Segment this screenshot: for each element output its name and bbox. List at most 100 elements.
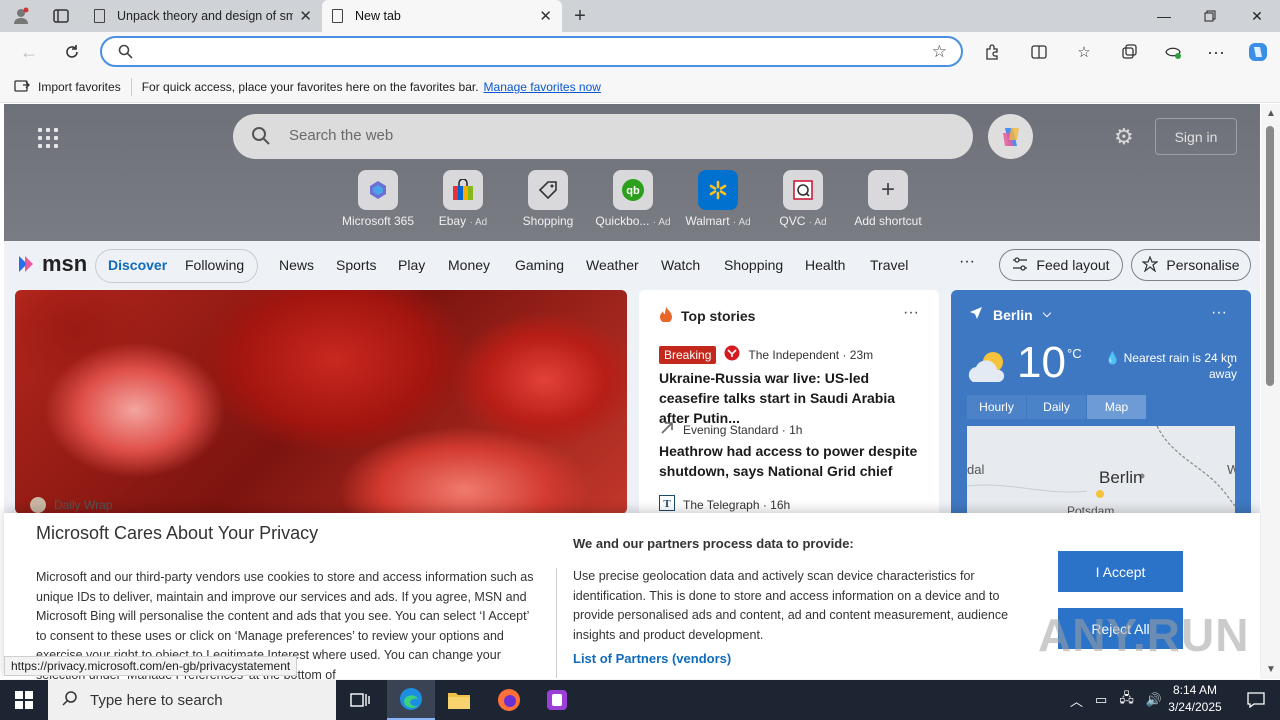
temperature-unit: °C [1067, 346, 1082, 361]
scroll-down-icon[interactable]: ▼ [1266, 664, 1276, 675]
split-screen-icon[interactable] [1026, 40, 1052, 64]
top-stories-header: Top stories [659, 306, 755, 325]
scroll-thumb[interactable] [1266, 126, 1274, 386]
nav-money[interactable]: Money [448, 257, 490, 273]
refresh-button[interactable] [57, 38, 87, 66]
file-explorer-icon[interactable] [435, 680, 483, 720]
personalise-button[interactable]: Personalise [1131, 249, 1251, 281]
manage-favorites-link[interactable]: Manage favorites now [484, 80, 601, 94]
browser-toolbar: ← ☆ ☆ ··· [0, 32, 1280, 72]
purpose-title: We and our partners process data to prov… [573, 536, 854, 551]
page-scrollbar[interactable]: ▲ ▼ [1261, 104, 1280, 679]
tab-actions-icon[interactable] [48, 4, 74, 28]
device-icon[interactable]: ▭ [1095, 692, 1107, 708]
web-search-box[interactable]: Search the web [233, 114, 973, 159]
sign-in-button[interactable]: Sign in [1155, 118, 1237, 155]
favorite-star-icon[interactable]: ☆ [932, 42, 947, 62]
tab-hourly[interactable]: Hourly [967, 395, 1026, 419]
close-tab-icon[interactable]: ✕ [539, 7, 552, 25]
nav-news[interactable]: News [279, 257, 314, 273]
shortcut-walmart[interactable]: Walmart · Ad [674, 170, 762, 228]
back-button[interactable]: ← [14, 38, 44, 66]
nav-play[interactable]: Play [398, 257, 425, 273]
sliders-icon [1012, 256, 1028, 274]
accept-button[interactable]: I Accept [1058, 551, 1183, 592]
address-input[interactable] [142, 41, 902, 62]
weather-more-icon[interactable]: ··· [1211, 304, 1227, 322]
minimize-button[interactable]: — [1141, 0, 1187, 32]
nav-shopping[interactable]: Shopping [724, 257, 783, 273]
collections-icon[interactable] [1116, 40, 1142, 64]
browser-tab-bar: Unpack theory and design of sm ✕ New tab… [0, 0, 1280, 32]
shortcut-ebay[interactable]: Ebay · Ad [419, 170, 507, 228]
tab-discover[interactable]: Discover [108, 257, 167, 273]
shortcut-shopping[interactable]: Shopping [504, 170, 592, 228]
favorites-icon[interactable]: ☆ [1071, 40, 1097, 64]
nav-watch[interactable]: Watch [661, 257, 700, 273]
nav-sports[interactable]: Sports [336, 257, 376, 273]
network-icon[interactable]: 🖧 [1119, 689, 1134, 711]
feed-layout-button[interactable]: Feed layout [999, 249, 1123, 281]
page-settings-icon[interactable]: ⚙ [1114, 124, 1134, 150]
extensions-icon[interactable] [979, 40, 1005, 64]
notifications-icon[interactable] [1232, 680, 1280, 720]
story-source: Daily Wrap [30, 497, 112, 513]
favorites-bar: Import favorites For quick access, place… [0, 72, 1280, 103]
tab-map[interactable]: Map [1087, 395, 1146, 419]
flame-icon [659, 306, 673, 325]
source-avatar [30, 497, 46, 513]
address-bar[interactable]: ☆ [100, 36, 963, 67]
more-options-icon[interactable]: ··· [903, 304, 919, 322]
tab-following[interactable]: Following [185, 257, 244, 273]
taskbar-search[interactable]: Type here to search [48, 680, 336, 720]
personalise-label: Personalise [1166, 257, 1240, 273]
task-view-icon[interactable] [336, 680, 384, 720]
story-source-row: Breaking The Independent · 23m [659, 345, 873, 364]
location-arrow-icon [969, 306, 983, 323]
weather-location[interactable]: Berlin ⌵ [969, 306, 1051, 323]
browser-essentials-icon[interactable] [1160, 40, 1186, 64]
import-favorites-button[interactable]: Import favorites [14, 79, 121, 96]
new-tab-button[interactable]: + [567, 4, 593, 28]
tab-new-tab[interactable]: New tab ✕ [322, 0, 562, 32]
restore-button[interactable] [1187, 0, 1233, 32]
nav-weather[interactable]: Weather [586, 257, 639, 273]
walmart-spark-icon [698, 170, 738, 210]
status-url: https://privacy.microsoft.com/en-gb/priv… [4, 656, 298, 676]
nav-more-button[interactable]: ··· [959, 253, 975, 271]
taskbar-clock[interactable]: 8:14 AM 3/24/2025 [1160, 682, 1230, 716]
story-source-name: The Telegraph · 16h [683, 497, 791, 512]
close-tab-icon[interactable]: ✕ [299, 7, 312, 25]
nav-gaming[interactable]: Gaming [515, 257, 564, 273]
shortcut-quickbooks[interactable]: qb Quickbo... · Ad [589, 170, 677, 228]
copilot-icon[interactable] [1245, 40, 1271, 64]
partly-cloudy-icon [965, 348, 1013, 391]
settings-more-icon[interactable]: ··· [1203, 40, 1229, 64]
close-window-button[interactable]: ✕ [1234, 0, 1280, 32]
shortcut-qvc[interactable]: QVC · Ad [759, 170, 847, 228]
windows-taskbar: Type here to search ︿ ▭ 🖧 🔊 8:14 AM 3/24… [0, 680, 1280, 720]
tab-daily[interactable]: Daily [1027, 395, 1086, 419]
weather-map[interactable]: dal Berlin Potsdam W [967, 426, 1235, 516]
chevron-right-icon[interactable]: › [1227, 356, 1232, 374]
tab-title: New tab [355, 9, 401, 23]
partners-link[interactable]: List of Partners (vendors) [573, 651, 731, 666]
nav-health[interactable]: Health [805, 257, 845, 273]
shortcut-microsoft-365[interactable]: Microsoft 365 [334, 170, 422, 228]
story-headline[interactable]: Ukraine-Russia war live: US-led ceasefir… [659, 368, 924, 428]
scroll-up-icon[interactable]: ▲ [1266, 108, 1276, 119]
chevron-up-icon[interactable]: ︿ [1070, 691, 1083, 710]
msn-logo[interactable]: msn [16, 251, 87, 277]
shortcut-add[interactable]: + Add shortcut [844, 170, 932, 228]
main-story-image[interactable] [15, 290, 627, 514]
nav-travel[interactable]: Travel [870, 257, 908, 273]
profile-icon[interactable] [8, 4, 34, 28]
story-headline[interactable]: Heathrow had access to power despite shu… [659, 441, 924, 481]
app-launcher-icon[interactable] [38, 128, 58, 148]
firefox-icon[interactable] [485, 680, 533, 720]
tab-unpack-theory[interactable]: Unpack theory and design of sm ✕ [84, 0, 322, 32]
copilot-button[interactable] [988, 114, 1033, 159]
app-launcher-taskbar-icon[interactable] [533, 680, 581, 720]
edge-taskbar-icon[interactable] [387, 680, 435, 720]
start-button[interactable] [0, 680, 48, 720]
